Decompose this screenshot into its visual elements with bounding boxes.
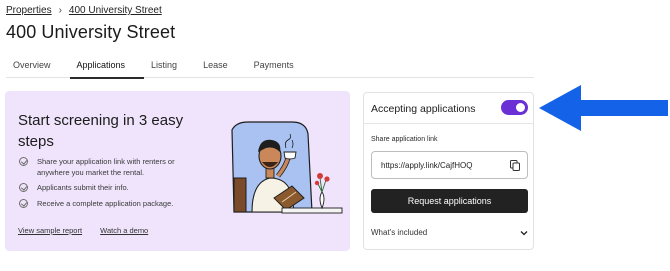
whats-included-label: What's included <box>371 228 428 237</box>
divider <box>364 123 533 124</box>
step-text: Applicants submit their info. <box>37 183 129 192</box>
step-item: Receive a complete application package. <box>19 198 173 209</box>
toggle-knob <box>516 103 525 112</box>
chevron-down-icon <box>520 230 528 235</box>
step-item: Applicants submit their info. <box>19 182 129 193</box>
accepting-applications-toggle[interactable] <box>501 100 528 115</box>
tab-listing[interactable]: Listing <box>144 60 196 78</box>
tab-bar: Overview Applications Listing Lease Paym… <box>6 60 534 79</box>
screening-promo-card: Start screening in 3 easy steps Share yo… <box>5 91 350 251</box>
copy-icon[interactable] <box>510 160 520 171</box>
check-circle-icon <box>19 157 28 166</box>
whats-included-expander[interactable]: What's included <box>371 228 528 237</box>
accepting-applications-card: Accepting applications Share application… <box>363 92 534 250</box>
breadcrumb-properties-link[interactable]: Properties <box>6 5 52 16</box>
step-text: Receive a complete application package. <box>37 199 174 208</box>
promo-links: View sample report Watch a demo <box>18 226 164 235</box>
watch-demo-link[interactable]: Watch a demo <box>100 226 148 235</box>
breadcrumb-property-link[interactable]: 400 University Street <box>69 5 162 16</box>
tab-lease[interactable]: Lease <box>196 60 247 78</box>
check-circle-icon <box>19 183 28 192</box>
step-text: Share your application link with renters… <box>37 157 175 177</box>
view-sample-report-link[interactable]: View sample report <box>18 226 82 235</box>
accepting-applications-heading: Accepting applications <box>371 103 476 115</box>
share-link-field[interactable]: https://apply.link/CajfHOQ <box>371 151 528 179</box>
tab-overview[interactable]: Overview <box>6 60 70 78</box>
step-item: Share your application link with renters… <box>19 156 194 178</box>
tab-applications[interactable]: Applications <box>69 60 145 79</box>
share-link-value: https://apply.link/CajfHOQ <box>381 161 473 170</box>
promo-title: Start screening in 3 easy steps <box>18 112 184 150</box>
share-link-label: Share application link <box>371 136 438 143</box>
chevron-right-icon: › <box>58 5 62 16</box>
page-title: 400 University Street <box>6 22 176 42</box>
blue-arrow-pointer <box>539 85 668 131</box>
breadcrumb: Properties › 400 University Street <box>6 5 162 16</box>
check-circle-icon <box>19 199 28 208</box>
coffee-reader-illustration <box>231 121 343 214</box>
request-applications-button[interactable]: Request applications <box>371 189 528 213</box>
tab-payments[interactable]: Payments <box>247 60 313 78</box>
